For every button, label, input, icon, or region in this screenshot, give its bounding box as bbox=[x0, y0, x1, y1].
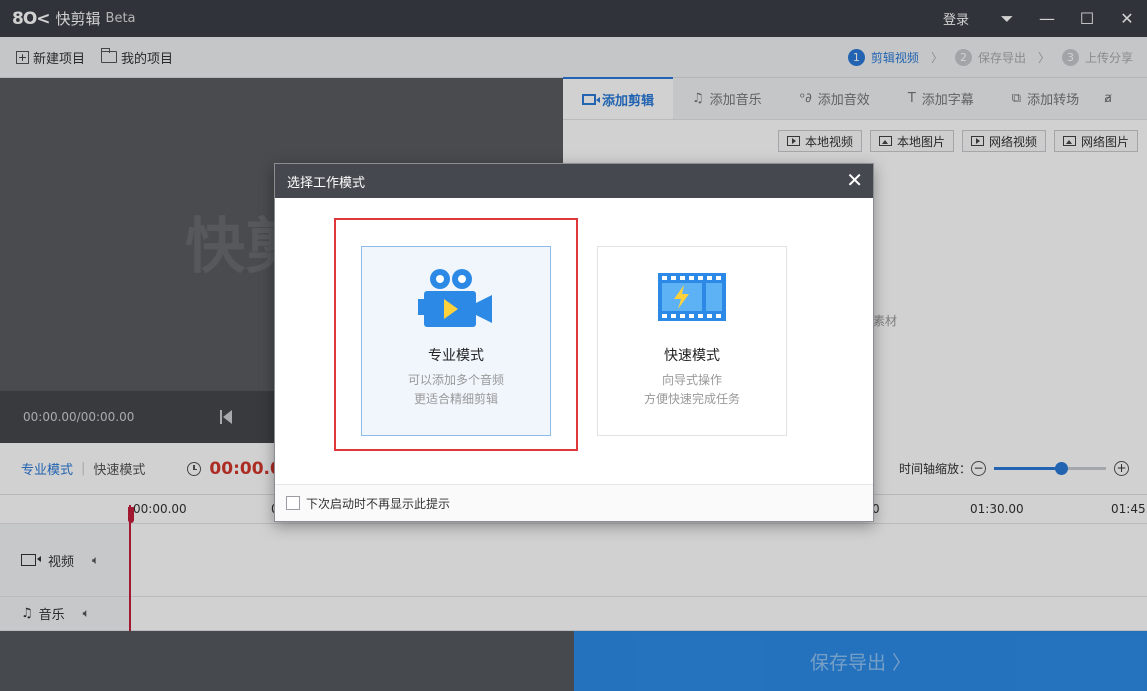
pro-mode-card[interactable]: 专业模式 可以添加多个音频 更适合精细剪辑 bbox=[361, 246, 551, 436]
card-desc-line: 更适合精细剪辑 bbox=[413, 392, 498, 406]
card-title: 快速模式 bbox=[664, 348, 720, 364]
dialog-header: 选择工作模式 bbox=[275, 164, 873, 198]
close-icon[interactable]: ✕ bbox=[846, 170, 863, 190]
card-title: 专业模式 bbox=[428, 348, 484, 364]
film-camera-icon bbox=[418, 269, 492, 327]
checkbox-label[interactable]: 下次启动时不再显示此提示 bbox=[306, 495, 450, 512]
fast-mode-card[interactable]: 快速模式 向导式操作 方便快速完成任务 bbox=[597, 246, 787, 436]
dialog-footer: 下次启动时不再显示此提示 bbox=[275, 484, 873, 521]
card-desc-line: 可以添加多个音频 bbox=[407, 373, 504, 387]
card-desc-line: 向导式操作 bbox=[661, 373, 722, 387]
card-desc-line: 方便快速完成任务 bbox=[643, 392, 740, 406]
dialog-title: 选择工作模式 bbox=[287, 175, 366, 191]
dont-show-again-checkbox[interactable] bbox=[286, 496, 300, 510]
film-strip-lightning-icon bbox=[658, 273, 726, 321]
work-mode-dialog: 选择工作模式 ✕ 专业模式 可以添加多个音频 更适合精细剪辑 快速模式 向导式操… bbox=[274, 163, 874, 522]
